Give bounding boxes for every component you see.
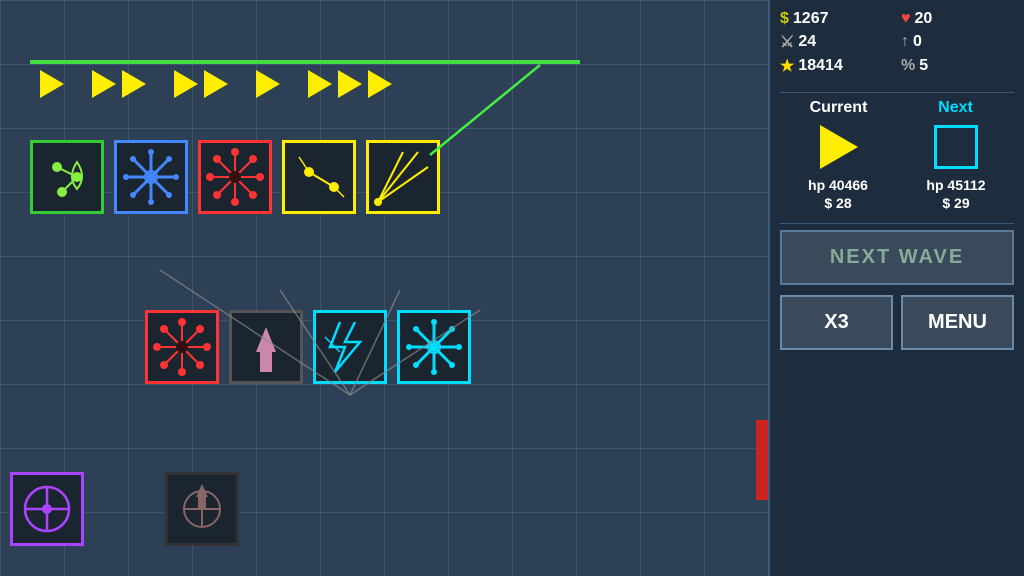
percent-value: 5 bbox=[919, 57, 928, 75]
enemies-row bbox=[40, 70, 392, 98]
heart-icon: ♥ bbox=[901, 10, 911, 28]
enemy-2a bbox=[92, 70, 116, 98]
enemy-4 bbox=[256, 70, 280, 98]
tower-target[interactable] bbox=[282, 140, 356, 214]
tower-angled[interactable] bbox=[366, 140, 440, 214]
enemy-5a bbox=[308, 70, 332, 98]
stats-grid: $ 1267 ♥ 20 ⚔ 24 ↑ 0 ★ 18414 % 5 bbox=[780, 10, 1014, 76]
path-bar bbox=[30, 60, 580, 64]
tower-lightning[interactable] bbox=[313, 310, 387, 384]
health-stat: ♥ 20 bbox=[901, 10, 1014, 28]
enemy-5c bbox=[368, 70, 392, 98]
money-value: 1267 bbox=[793, 10, 829, 28]
tower-burst-2[interactable] bbox=[145, 310, 219, 384]
percent-icon: % bbox=[901, 57, 915, 75]
current-cost: $ 28 bbox=[780, 195, 896, 211]
current-label: Current bbox=[780, 99, 897, 117]
next-wave-icon bbox=[934, 125, 978, 169]
health-value: 20 bbox=[915, 10, 933, 28]
enemy-2b bbox=[122, 70, 146, 98]
side-panel: $ 1267 ♥ 20 ⚔ 24 ↑ 0 ★ 18414 % 5 Current… bbox=[768, 0, 1024, 576]
enemy-3b bbox=[204, 70, 228, 98]
game-area bbox=[0, 0, 768, 576]
wave-stats-row: hp 40466 hp 45112 $ 28 $ 29 bbox=[780, 177, 1014, 211]
current-next-header: Current Next bbox=[780, 99, 1014, 117]
arrow-value: 0 bbox=[913, 33, 922, 51]
current-wave-icon bbox=[820, 125, 858, 169]
money-stat: $ 1267 bbox=[780, 10, 893, 28]
sword-icon: ⚔ bbox=[780, 32, 794, 52]
tower-row-top bbox=[30, 140, 440, 214]
wave-icons-row bbox=[780, 125, 1014, 169]
next-cost: $ 29 bbox=[898, 195, 1014, 211]
sword-stat: ⚔ 24 bbox=[780, 32, 893, 52]
next-wave-button[interactable]: NEXT WAVE bbox=[780, 230, 1014, 285]
star-icon: ★ bbox=[780, 56, 794, 76]
enemy-3a bbox=[174, 70, 198, 98]
current-hp: hp 40466 bbox=[780, 177, 896, 193]
next-label: Next bbox=[897, 99, 1014, 117]
next-hp: hp 45112 bbox=[898, 177, 1014, 193]
sword-value: 24 bbox=[798, 33, 816, 51]
bottom-buttons: X3 MENU bbox=[780, 295, 1014, 350]
tower-empty[interactable] bbox=[229, 310, 303, 384]
arrow-up-icon: ↑ bbox=[901, 33, 909, 51]
tower-freeze[interactable] bbox=[114, 140, 188, 214]
arrow-stat: ↑ 0 bbox=[901, 32, 1014, 52]
tower-row-bottom bbox=[145, 310, 471, 384]
divider-2 bbox=[780, 223, 1014, 224]
health-bar bbox=[756, 420, 768, 500]
star-stat: ★ 18414 bbox=[780, 56, 893, 76]
enemy-1 bbox=[40, 70, 64, 98]
enemy-5b bbox=[338, 70, 362, 98]
tower-corner[interactable] bbox=[10, 472, 84, 546]
tower-burst[interactable] bbox=[198, 140, 272, 214]
dollar-icon: $ bbox=[780, 10, 789, 28]
tower-freeze-2[interactable] bbox=[397, 310, 471, 384]
tower-crosshair[interactable] bbox=[165, 472, 239, 546]
tower-poison[interactable] bbox=[30, 140, 104, 214]
menu-button[interactable]: MENU bbox=[901, 295, 1014, 350]
star-value: 18414 bbox=[798, 57, 843, 75]
percent-stat: % 5 bbox=[901, 56, 1014, 76]
divider-1 bbox=[780, 92, 1014, 93]
x3-button[interactable]: X3 bbox=[780, 295, 893, 350]
